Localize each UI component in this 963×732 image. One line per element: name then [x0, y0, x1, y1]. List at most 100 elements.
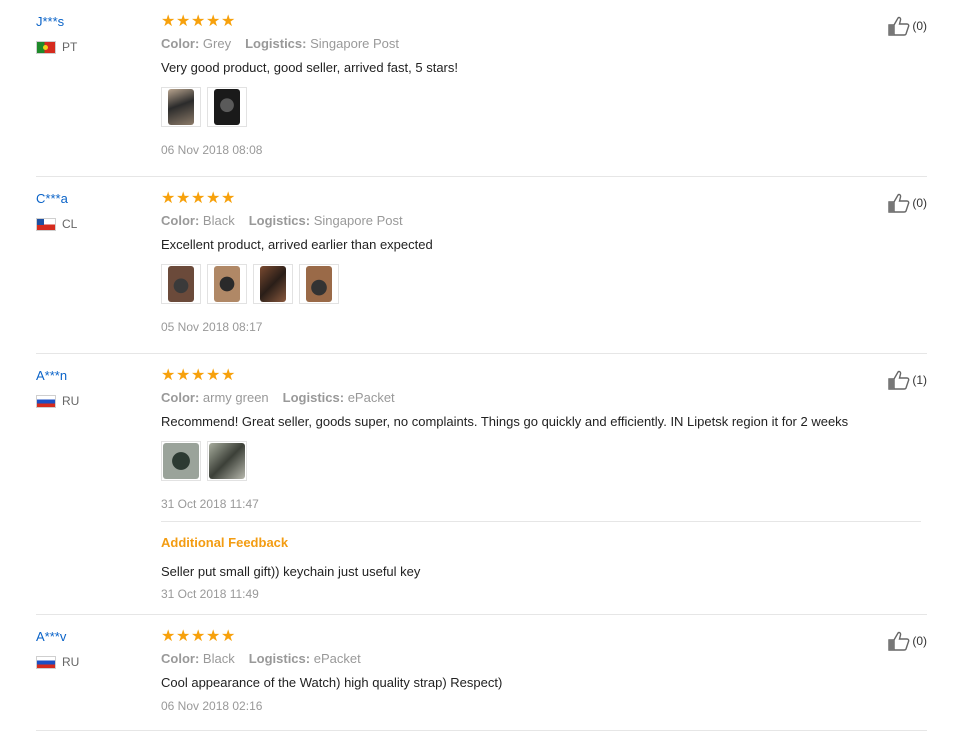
review-photo-thumbnail[interactable] — [161, 264, 201, 304]
star-icon: ★ — [191, 13, 206, 30]
thumbs-up-icon — [888, 370, 910, 390]
additional-feedback-title: Additional Feedback — [161, 535, 289, 550]
star-rating: ★ ★ ★ ★ ★ — [161, 14, 921, 30]
color-label: Color: — [161, 390, 200, 405]
color-value: Grey — [202, 36, 232, 51]
additional-feedback-text: Seller put small gift)) keychain just us… — [161, 564, 421, 579]
country-code: RU — [62, 655, 80, 669]
star-icon: ★ — [191, 628, 206, 645]
order-info: Color: Grey Logistics: Singapore Post — [161, 36, 921, 51]
additional-feedback: Additional Feedback Seller put small gif… — [161, 521, 921, 601]
order-info: Color: Black Logistics: ePacket — [161, 651, 921, 666]
logistics-label: Logistics: — [248, 651, 311, 666]
star-icon: ★ — [161, 190, 176, 207]
star-rating: ★ ★ ★ ★ ★ — [161, 191, 921, 207]
review-photos — [161, 441, 921, 481]
chile-flag-icon — [36, 217, 56, 231]
reviewer-info: J***s PT — [36, 14, 156, 54]
star-icon: ★ — [206, 367, 221, 384]
reviewer-name-link[interactable]: A***v — [36, 629, 156, 645]
helpful-count: (0) — [912, 634, 927, 648]
country-code: PT — [62, 40, 78, 54]
review-body: ★ ★ ★ ★ ★ Color: Black Logistics: Singapore P… — [161, 191, 921, 334]
review-photo-thumbnail[interactable] — [207, 441, 247, 481]
color-value: army green — [202, 390, 269, 405]
helpful-button[interactable]: (0) — [888, 193, 927, 213]
portugal-flag-icon — [36, 40, 56, 54]
review-photos — [161, 87, 921, 127]
thumbs-up-icon — [888, 16, 910, 36]
country-code: CL — [62, 217, 78, 231]
star-icon: ★ — [176, 367, 191, 384]
reviewer-country: PT — [36, 40, 156, 54]
star-icon: ★ — [191, 367, 206, 384]
reviewer-info: A***v RU — [36, 629, 156, 669]
star-icon: ★ — [221, 367, 236, 384]
review-photo-thumbnail[interactable] — [161, 87, 201, 127]
reviewer-country: RU — [36, 394, 156, 408]
reviewer-country: RU — [36, 655, 156, 669]
star-icon: ★ — [221, 190, 236, 207]
helpful-count: (0) — [912, 19, 927, 33]
review-text: Very good product, good seller, arrived … — [161, 60, 458, 75]
star-icon: ★ — [161, 628, 176, 645]
helpful-count: (0) — [912, 196, 927, 210]
review-photo-thumbnail[interactable] — [207, 264, 247, 304]
star-icon: ★ — [176, 628, 191, 645]
reviewer-country: CL — [36, 217, 156, 231]
review-photo-thumbnail[interactable] — [161, 441, 201, 481]
logistics-value: Singapore Post — [313, 213, 403, 228]
logistics-value: Singapore Post — [310, 36, 400, 51]
thumbs-up-icon — [888, 631, 910, 651]
russia-flag-icon — [36, 655, 56, 669]
logistics-value: ePacket — [347, 390, 395, 405]
color-value: Black — [202, 213, 235, 228]
review-text: Cool appearance of the Watch) high quali… — [161, 675, 503, 690]
star-icon: ★ — [176, 13, 191, 30]
star-rating: ★ ★ ★ ★ ★ — [161, 629, 921, 645]
review-date: 06 Nov 2018 08:08 — [161, 143, 263, 157]
helpful-button[interactable]: (0) — [888, 16, 927, 36]
logistics-label: Logistics: — [245, 36, 307, 51]
review-item: A***v RU ★ ★ ★ ★ ★ Color: Black Logistics: eP… — [36, 629, 927, 731]
additional-feedback-date: 31 Oct 2018 11:49 — [161, 587, 259, 601]
star-icon: ★ — [161, 13, 176, 30]
reviewer-info: C***a CL — [36, 191, 156, 231]
reviewer-name-link[interactable]: A***n — [36, 368, 156, 384]
reviewer-name-link[interactable]: J***s — [36, 14, 156, 30]
review-date: 05 Nov 2018 08:17 — [161, 320, 263, 334]
review-photo-thumbnail[interactable] — [299, 264, 339, 304]
review-item: A***n RU ★ ★ ★ ★ ★ Color: army green Logistic… — [36, 368, 927, 615]
review-photo-thumbnail[interactable] — [253, 264, 293, 304]
review-photo-thumbnail[interactable] — [207, 87, 247, 127]
color-label: Color: — [161, 213, 200, 228]
review-text: Excellent product, arrived earlier than … — [161, 237, 433, 252]
star-icon: ★ — [161, 367, 176, 384]
review-date: 06 Nov 2018 02:16 — [161, 699, 263, 713]
star-icon: ★ — [176, 190, 191, 207]
review-text: Recommend! Great seller, goods super, no… — [161, 414, 849, 429]
order-info: Color: army green Logistics: ePacket — [161, 390, 921, 405]
star-icon: ★ — [191, 190, 206, 207]
review-body: ★ ★ ★ ★ ★ Color: Grey Logistics: Singapore Po… — [161, 14, 921, 157]
star-icon: ★ — [206, 190, 221, 207]
color-label: Color: — [161, 651, 200, 666]
review-date: 31 Oct 2018 11:47 — [161, 497, 259, 511]
star-icon: ★ — [221, 628, 236, 645]
logistics-value: ePacket — [313, 651, 361, 666]
order-info: Color: Black Logistics: Singapore Post — [161, 213, 921, 228]
country-code: RU — [62, 394, 80, 408]
helpful-count: (1) — [912, 373, 927, 387]
review-item: C***a CL ★ ★ ★ ★ ★ Color: Black Logistics: Si… — [36, 191, 927, 354]
reviewer-name-link[interactable]: C***a — [36, 191, 156, 207]
helpful-button[interactable]: (0) — [888, 631, 927, 651]
reviewer-info: A***n RU — [36, 368, 156, 408]
star-rating: ★ ★ ★ ★ ★ — [161, 368, 921, 384]
star-icon: ★ — [206, 628, 221, 645]
helpful-button[interactable]: (1) — [888, 370, 927, 390]
review-item: J***s PT ★ ★ ★ ★ ★ Color: Grey Logistics: Sin… — [36, 14, 927, 177]
color-label: Color: — [161, 36, 200, 51]
review-body: ★ ★ ★ ★ ★ Color: army green Logistics: ePacke… — [161, 368, 921, 601]
logistics-label: Logistics: — [248, 213, 311, 228]
color-value: Black — [202, 651, 235, 666]
